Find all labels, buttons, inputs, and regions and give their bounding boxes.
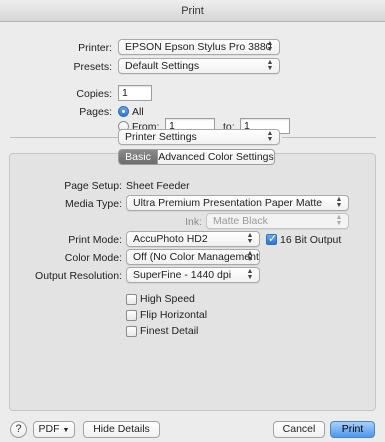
color-mode-label: Color Mode: bbox=[64, 252, 122, 264]
finest-detail-checkbox[interactable] bbox=[126, 326, 137, 337]
popup-arrows-icon: ▲ ▼ bbox=[266, 130, 274, 143]
separator-right bbox=[282, 137, 376, 138]
tab-advanced-color-settings[interactable]: Advanced Color Settings bbox=[157, 150, 274, 164]
presets-label: Presets: bbox=[73, 61, 112, 73]
color-mode-popup[interactable]: Off (No Color Management) ▲ ▼ bbox=[126, 249, 260, 265]
print-mode-value: AccuPhoto HD2 bbox=[133, 233, 208, 245]
bit-output-label: 16 Bit Output bbox=[280, 234, 342, 246]
chevron-down-icon: ▼ bbox=[62, 427, 70, 434]
color-mode-value: Off (No Color Management) bbox=[133, 251, 260, 263]
popup-arrows-icon: ▲ ▼ bbox=[335, 196, 343, 209]
page-setup-label: Page Setup: bbox=[64, 180, 122, 192]
popup-arrows-icon: ▲ ▼ bbox=[246, 250, 254, 263]
pages-label: Pages: bbox=[79, 106, 112, 118]
pages-all-radio[interactable] bbox=[118, 106, 129, 117]
print-button[interactable]: Print bbox=[330, 421, 375, 438]
popup-arrows-icon: ▲ ▼ bbox=[266, 40, 274, 53]
popup-arrows-icon: ▲ ▼ bbox=[246, 232, 254, 245]
popup-arrows-icon: ▲ ▼ bbox=[266, 59, 274, 72]
copies-field[interactable]: 1 bbox=[118, 85, 152, 101]
ink-label: Ink: bbox=[185, 216, 202, 228]
window-title: Print bbox=[0, 0, 385, 22]
finest-detail-label: Finest Detail bbox=[140, 325, 199, 337]
printer-value: EPSON Epson Stylus Pro 3880 bbox=[125, 41, 272, 53]
ink-popup[interactable]: Matte Black ▲ ▼ bbox=[206, 213, 349, 229]
separator-left bbox=[10, 137, 118, 138]
output-resolution-value: SuperFine - 1440 dpi bbox=[133, 269, 232, 281]
bit-output-checkbox[interactable]: ✓ bbox=[266, 233, 278, 245]
print-mode-label: Print Mode: bbox=[68, 234, 122, 246]
printer-label: Printer: bbox=[78, 42, 112, 54]
ink-value: Matte Black bbox=[213, 215, 268, 227]
presets-value: Default Settings bbox=[125, 60, 200, 72]
pdf-label: PDF bbox=[38, 423, 60, 435]
printer-popup[interactable]: EPSON Epson Stylus Pro 3880 ▲ ▼ bbox=[118, 39, 280, 55]
high-speed-label: High Speed bbox=[140, 293, 195, 305]
presets-popup[interactable]: Default Settings ▲ ▼ bbox=[118, 58, 280, 74]
help-button[interactable]: ? bbox=[10, 421, 27, 438]
copies-label: Copies: bbox=[76, 88, 112, 100]
hide-details-button[interactable]: Hide Details bbox=[83, 421, 160, 438]
section-popup-value: Printer Settings bbox=[125, 131, 197, 143]
page-setup-value: Sheet Feeder bbox=[126, 180, 190, 192]
checkmark-icon: ✓ bbox=[268, 233, 278, 245]
high-speed-checkbox[interactable] bbox=[126, 294, 137, 305]
print-mode-popup[interactable]: AccuPhoto HD2 ▲ ▼ bbox=[126, 231, 260, 247]
print-dialog: Print Printer: EPSON Epson Stylus Pro 38… bbox=[0, 0, 385, 442]
output-resolution-popup[interactable]: SuperFine - 1440 dpi ▲ ▼ bbox=[126, 267, 260, 283]
media-type-value: Ultra Premium Presentation Paper Matte bbox=[133, 197, 323, 209]
media-type-popup[interactable]: Ultra Premium Presentation Paper Matte ▲… bbox=[126, 195, 349, 211]
section-popup[interactable]: Printer Settings ▲ ▼ bbox=[118, 129, 280, 145]
tab-basic[interactable]: Basic bbox=[119, 150, 157, 164]
flip-horizontal-label: Flip Horizontal bbox=[140, 309, 208, 321]
pdf-menu-button[interactable]: PDF ▼ bbox=[33, 421, 75, 438]
pages-all-label: All bbox=[132, 106, 144, 118]
flip-horizontal-checkbox[interactable] bbox=[126, 310, 137, 321]
tab-bar: Basic Advanced Color Settings bbox=[118, 149, 275, 165]
popup-arrows-icon: ▲ ▼ bbox=[335, 214, 343, 227]
cancel-button[interactable]: Cancel bbox=[273, 421, 325, 438]
output-resolution-label: Output Resolution: bbox=[35, 270, 122, 282]
media-type-label: Media Type: bbox=[64, 198, 122, 210]
popup-arrows-icon: ▲ ▼ bbox=[246, 268, 254, 281]
